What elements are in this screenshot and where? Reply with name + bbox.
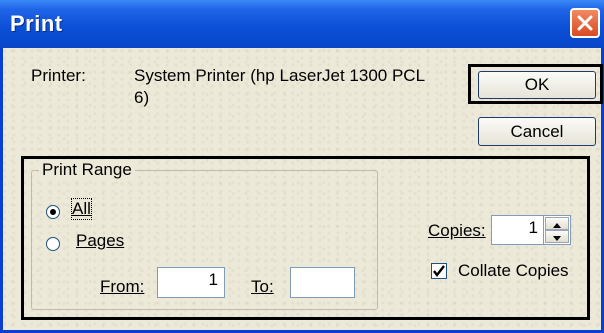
print-dialog: Print Printer: System Printer (hp LaserJ… <box>0 0 604 333</box>
print-range-legend: Print Range <box>39 160 135 180</box>
printer-label: Printer: <box>31 66 86 85</box>
spin-down-icon[interactable] <box>545 230 569 243</box>
copies-spinner[interactable] <box>543 215 571 245</box>
checkmark-icon <box>433 265 445 277</box>
to-input[interactable] <box>290 267 355 298</box>
cancel-button[interactable]: Cancel <box>478 117 596 146</box>
all-radio-label[interactable]: All <box>71 198 92 220</box>
collate-checkbox[interactable] <box>431 263 447 279</box>
close-button[interactable] <box>570 8 600 38</box>
ok-button[interactable]: OK <box>478 71 596 99</box>
spin-up-icon[interactable] <box>545 217 569 230</box>
pages-radio[interactable] <box>46 237 60 251</box>
from-label: From: <box>100 277 145 296</box>
from-input[interactable]: 1 <box>157 267 225 298</box>
all-radio[interactable] <box>46 205 60 219</box>
printer-name-line2: 6) <box>134 88 150 107</box>
copies-label: Copies: <box>428 221 486 240</box>
close-icon <box>577 15 593 31</box>
title-bar[interactable]: Print <box>0 0 604 48</box>
to-label: To: <box>251 277 274 296</box>
pages-radio-label[interactable]: Pages <box>76 231 124 251</box>
printer-name-line1: System Printer (hp LaserJet 1300 PCL <box>134 66 426 85</box>
copies-input[interactable]: 1 <box>491 215 545 245</box>
window-title: Print <box>10 11 63 36</box>
collate-label[interactable]: Collate Copies <box>458 261 569 281</box>
